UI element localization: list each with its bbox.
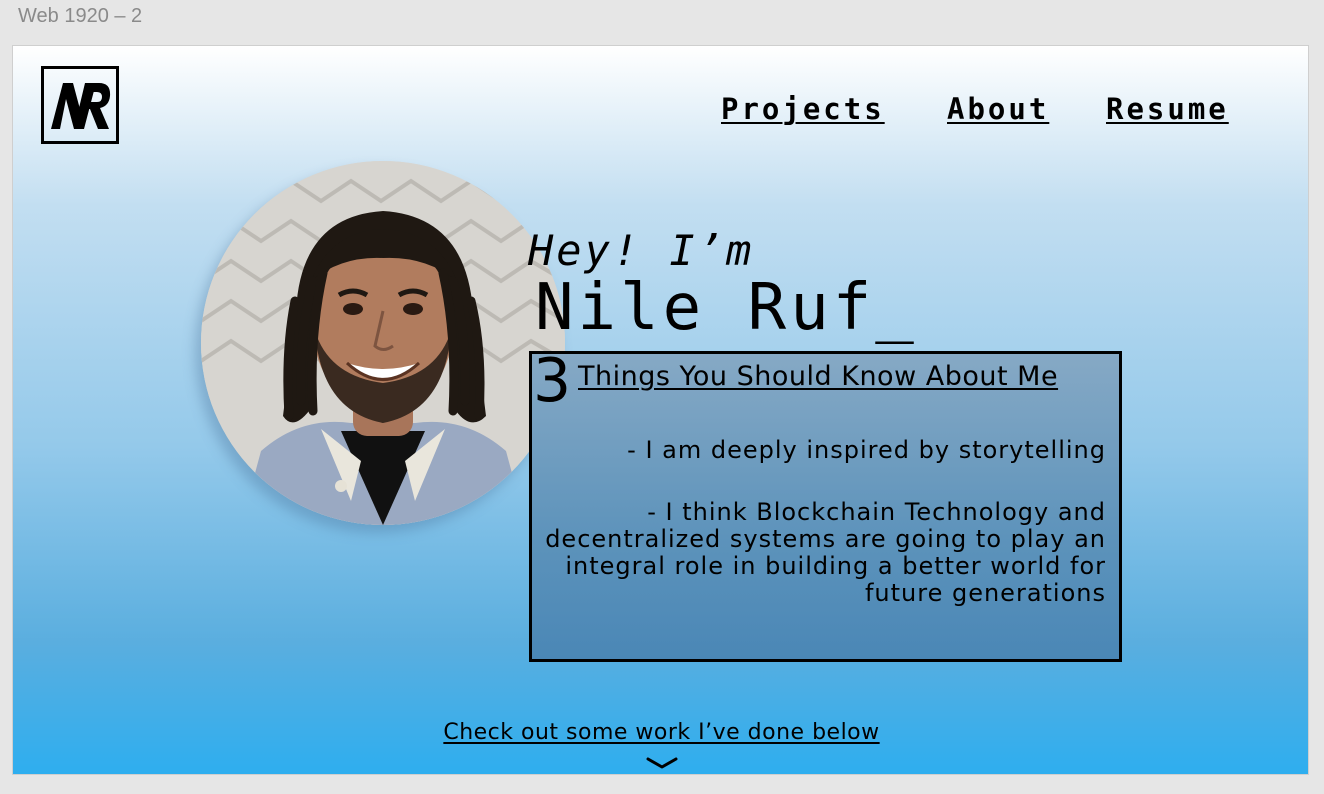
hero-name: Nile Ruf_ bbox=[535, 271, 918, 345]
nav-link-projects[interactable]: Projects bbox=[721, 92, 885, 126]
hero-greeting: Hey! I’m bbox=[528, 226, 755, 275]
fact-item: - I am deeply inspired by storytelling bbox=[627, 436, 1106, 464]
facts-heading: Things You Should Know About Me bbox=[578, 361, 1059, 392]
nav-link-resume[interactable]: Resume bbox=[1106, 92, 1229, 126]
logo-monogram-icon bbox=[51, 83, 111, 129]
portrait-image bbox=[201, 161, 565, 525]
profile-photo bbox=[201, 161, 565, 525]
facts-count: 3 bbox=[533, 346, 572, 416]
artboard-label: Web 1920 – 2 bbox=[18, 5, 143, 27]
artboard: Projects About Resume Hey! I’m Nile Ruf_… bbox=[12, 45, 1309, 775]
logo[interactable] bbox=[41, 66, 119, 144]
fact-item: - I think Blockchain Technology and dece… bbox=[545, 498, 1106, 607]
chevron-down-icon[interactable] bbox=[646, 756, 678, 770]
scroll-cta-link[interactable]: Check out some work I’ve done below bbox=[13, 720, 1308, 745]
nav-link-about[interactable]: About bbox=[947, 92, 1049, 126]
